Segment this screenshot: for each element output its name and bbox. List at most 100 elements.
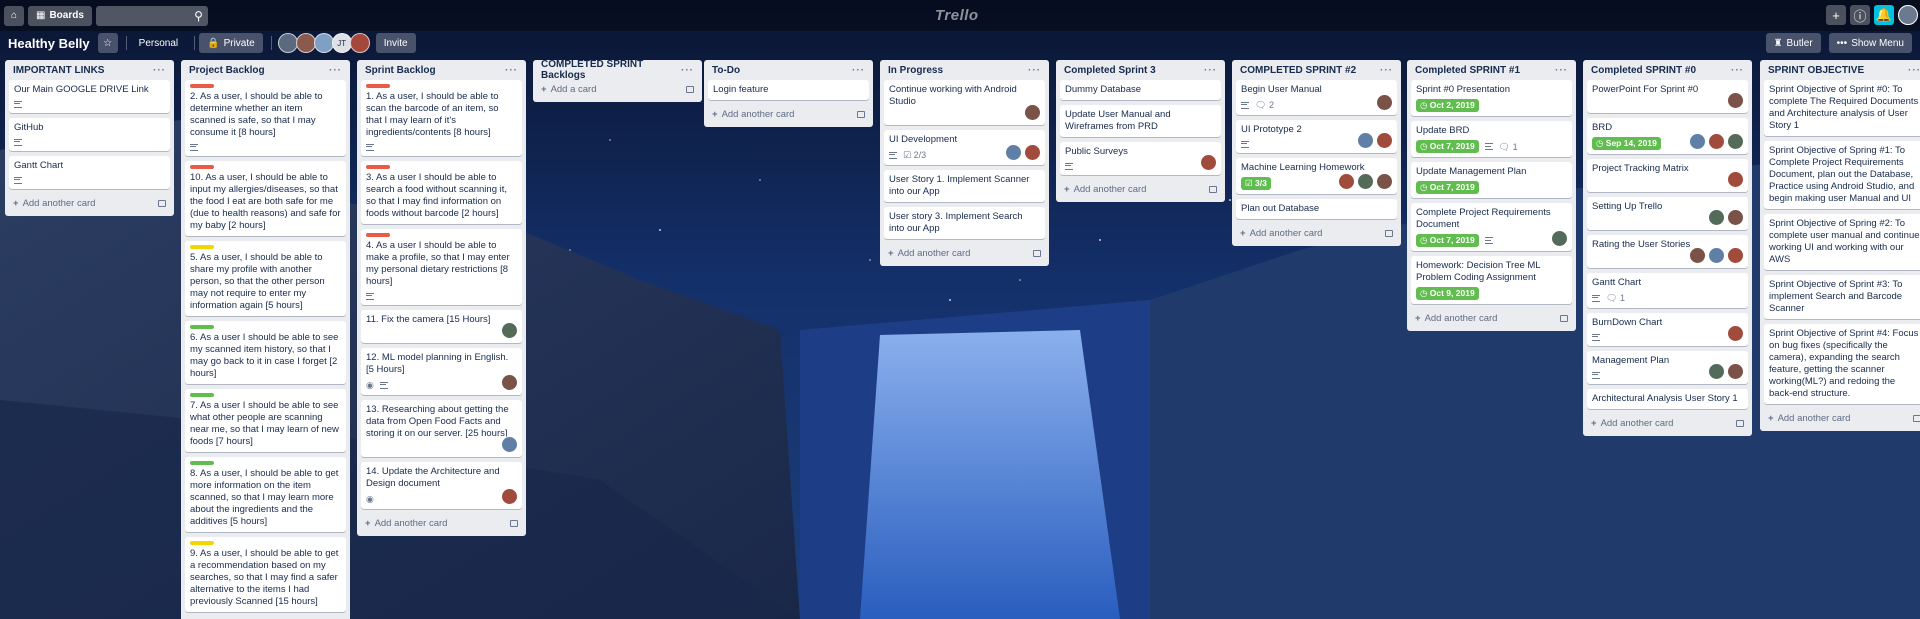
member-avatar[interactable]: [1338, 173, 1355, 190]
card-label[interactable]: [190, 245, 214, 249]
card-template-icon[interactable]: [857, 110, 865, 118]
card[interactable]: Machine Learning Homework ☑ 3/3: [1236, 158, 1397, 194]
member-avatar[interactable]: [1727, 209, 1744, 226]
card-label[interactable]: [190, 541, 214, 545]
list-menu-icon[interactable]: ···: [153, 65, 166, 76]
list-title[interactable]: COMPLETED SPRINT #2: [1240, 65, 1356, 76]
card-label[interactable]: [190, 325, 214, 329]
list-menu-icon[interactable]: ···: [852, 65, 865, 76]
add-card-button[interactable]: + Add a card: [537, 80, 698, 98]
card[interactable]: Sprint #0 Presentation ◷ Oct 2, 2019: [1411, 80, 1572, 116]
list-title[interactable]: Completed SPRINT #1: [1415, 65, 1520, 76]
card[interactable]: Update User Manual and Wireframes from P…: [1060, 105, 1221, 137]
card-label[interactable]: [190, 165, 214, 169]
card-template-icon[interactable]: [1385, 229, 1393, 237]
home-button[interactable]: ⌂: [4, 5, 24, 26]
member-avatar[interactable]: [313, 33, 334, 53]
card-label[interactable]: [190, 461, 214, 465]
member-avatar[interactable]: [1376, 173, 1393, 190]
list-header[interactable]: Sprint Backlog ···: [361, 60, 522, 80]
member-avatar[interactable]: [1200, 154, 1217, 171]
list-header[interactable]: Project Backlog ···: [185, 60, 346, 80]
list-title[interactable]: Completed Sprint 3: [1064, 65, 1156, 76]
list-title[interactable]: In Progress: [888, 65, 943, 76]
card-template-icon[interactable]: [686, 85, 694, 93]
card[interactable]: Rating the User Stories: [1587, 235, 1748, 268]
card[interactable]: Sprint Objective of Sprint #4: Focus on …: [1764, 324, 1920, 404]
card[interactable]: Gantt Chart 🗨 1: [1587, 273, 1748, 308]
card[interactable]: Architectural Analysis User Story 1: [1587, 389, 1748, 409]
card[interactable]: Update BRD ◷ Oct 7, 2019 🗨 1: [1411, 121, 1572, 157]
card[interactable]: User story 3. Implement Search into our …: [884, 207, 1045, 239]
list-menu-icon[interactable]: ···: [1731, 65, 1744, 76]
member-avatar[interactable]: [501, 488, 518, 505]
add-card-button[interactable]: +Add another card: [9, 194, 170, 212]
list-title[interactable]: Sprint Backlog: [365, 65, 436, 76]
search-icon[interactable]: ⚲: [194, 9, 203, 23]
board-title[interactable]: Healthy Belly: [8, 36, 90, 51]
card[interactable]: 2. As a user, I should be able to determ…: [185, 80, 346, 156]
card[interactable]: Continue working with Android Studio: [884, 80, 1045, 125]
list-header[interactable]: Completed SPRINT #0 ···: [1587, 60, 1748, 80]
card-template-icon[interactable]: [1736, 419, 1744, 427]
card[interactable]: 4. As a user I should be able to make a …: [361, 229, 522, 305]
member-avatar[interactable]: [501, 436, 518, 453]
add-card-button[interactable]: +Add another card: [361, 514, 522, 532]
list-title[interactable]: COMPLETED SPRINT Backlogs: [541, 59, 681, 81]
add-card-button[interactable]: +Add another card: [1236, 224, 1397, 242]
boards-button[interactable]: ▦ Boards: [28, 5, 92, 26]
card[interactable]: 5. As a user, I should be able to share …: [185, 241, 346, 316]
list-title[interactable]: To-Do: [712, 65, 740, 76]
list-header[interactable]: COMPLETED SPRINT #2 ···: [1236, 60, 1397, 80]
card[interactable]: GitHub: [9, 118, 170, 151]
member-avatar[interactable]: [1727, 171, 1744, 188]
card[interactable]: 11. Fix the camera [15 Hours]: [361, 310, 522, 343]
card[interactable]: UI Prototype 2: [1236, 120, 1397, 153]
member-avatar[interactable]: [1727, 325, 1744, 342]
card[interactable]: Sprint Objective of Sprint #3: To implem…: [1764, 275, 1920, 319]
list-title[interactable]: Completed SPRINT #0: [1591, 65, 1696, 76]
card[interactable]: 7. As a user I should be able to see wha…: [185, 389, 346, 452]
star-button[interactable]: ☆: [97, 33, 118, 53]
add-card-button[interactable]: +Add another card: [884, 244, 1045, 262]
create-button[interactable]: +: [1826, 5, 1846, 25]
card[interactable]: 12. ML model planning in English. [5 Hou…: [361, 348, 522, 395]
member-avatar[interactable]: [1689, 133, 1706, 150]
list-menu-icon[interactable]: ···: [1380, 65, 1393, 76]
card[interactable]: Public Surveys: [1060, 142, 1221, 175]
card-label[interactable]: [190, 393, 214, 397]
card[interactable]: 9. As a user, I should be able to get a …: [185, 537, 346, 612]
card[interactable]: Gantt Chart: [9, 156, 170, 189]
due-date-badge[interactable]: ◷ Oct 7, 2019: [1416, 234, 1479, 247]
list-title[interactable]: Project Backlog: [189, 65, 265, 76]
card[interactable]: Sprint Objective of Sprint #0: To comple…: [1764, 80, 1920, 136]
member-avatar[interactable]: JT: [331, 33, 352, 53]
member-avatar[interactable]: [1551, 230, 1568, 247]
member-avatar[interactable]: [1357, 132, 1374, 149]
due-date-badge[interactable]: ◷ Oct 7, 2019: [1416, 140, 1479, 153]
card-label[interactable]: [366, 84, 390, 88]
add-card-button[interactable]: +Add another card: [1411, 309, 1572, 327]
card-template-icon[interactable]: [1033, 249, 1041, 257]
card[interactable]: Project Tracking Matrix: [1587, 159, 1748, 192]
add-card-button[interactable]: +Add another card: [708, 105, 869, 123]
list-menu-icon[interactable]: ···: [1908, 65, 1920, 76]
member-avatar[interactable]: [277, 33, 298, 53]
card[interactable]: User Story 1. Implement Scanner into our…: [884, 170, 1045, 202]
card[interactable]: Update Management Plan ◷ Oct 7, 2019: [1411, 162, 1572, 198]
search-input[interactable]: ⚲: [95, 5, 208, 26]
card[interactable]: Our Main GOOGLE DRIVE Link: [9, 80, 170, 113]
list-menu-icon[interactable]: ···: [1204, 65, 1217, 76]
card-label[interactable]: [366, 233, 390, 237]
list-menu-icon[interactable]: ···: [1555, 65, 1568, 76]
card[interactable]: 6. As a user I should be able to see my …: [185, 321, 346, 384]
team-button[interactable]: Personal: [131, 33, 186, 53]
card[interactable]: PowerPoint For Sprint #0: [1587, 80, 1748, 113]
list-header[interactable]: COMPLETED SPRINT Backlogs ···: [537, 59, 698, 81]
card[interactable]: Management Plan: [1587, 351, 1748, 384]
member-avatar[interactable]: [1376, 94, 1393, 111]
member-avatar[interactable]: [1708, 363, 1725, 380]
card-template-icon[interactable]: [1560, 314, 1568, 322]
member-avatar[interactable]: [1357, 173, 1374, 190]
member-avatar[interactable]: [349, 33, 370, 53]
